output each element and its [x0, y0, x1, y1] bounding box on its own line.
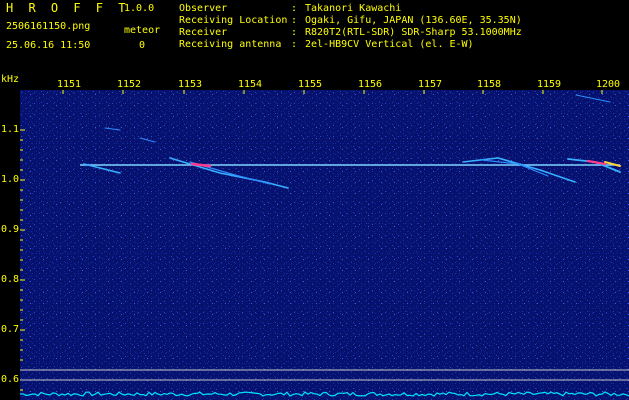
info-row-location: Receiving Location: Ogaki, Gifu, JAPAN (…	[179, 15, 522, 26]
x-tick-label: 1158	[477, 79, 502, 90]
station-info: Observer: Takanori Kawachi Receiving Loc…	[179, 3, 522, 51]
capture-datetime: 25.06.16 11:50	[6, 40, 91, 51]
y-tick-label: 0.9	[1, 224, 20, 235]
y-tick-label: 0.8	[1, 274, 20, 285]
y-tick-label: 1.1	[1, 124, 20, 135]
info-row-observer: Observer: Takanori Kawachi	[179, 3, 402, 14]
x-tick-label: 1159	[537, 79, 562, 90]
x-tick-label: 1151	[57, 79, 82, 90]
x-tick-label: 1157	[418, 79, 443, 90]
x-tick-label: 1152	[117, 79, 142, 90]
app-title: H R O F F T	[6, 1, 130, 15]
info-row-antenna: Receiving antenna: 2el-HB9CV Vertical (e…	[179, 39, 474, 50]
app-version: 1.0.0	[124, 3, 155, 14]
spectrogram	[20, 90, 629, 400]
x-tick-label: 1200	[596, 79, 621, 90]
spectrogram-canvas	[20, 90, 629, 400]
x-tick-label: 1154	[238, 79, 263, 90]
meteor-count: 0	[139, 40, 146, 51]
file-name: 2506161150.png	[6, 21, 91, 32]
header-panel: H R O F F T 1.0.0 2506161150.png 25.06.1…	[0, 0, 629, 72]
meteor-label: meteor	[124, 25, 161, 36]
x-tick-label: 1153	[178, 79, 203, 90]
x-tick-label: 1156	[358, 79, 383, 90]
y-tick-label: 0.6	[1, 374, 20, 385]
y-tick-label: 0.7	[1, 324, 20, 335]
info-row-receiver: Receiver: R820T2(RTL-SDR) SDR-Sharp 53.1…	[179, 27, 522, 38]
x-tick-label: 1155	[298, 79, 323, 90]
y-tick-label: 1.0	[1, 174, 20, 185]
y-axis-unit: kHz	[1, 74, 20, 85]
